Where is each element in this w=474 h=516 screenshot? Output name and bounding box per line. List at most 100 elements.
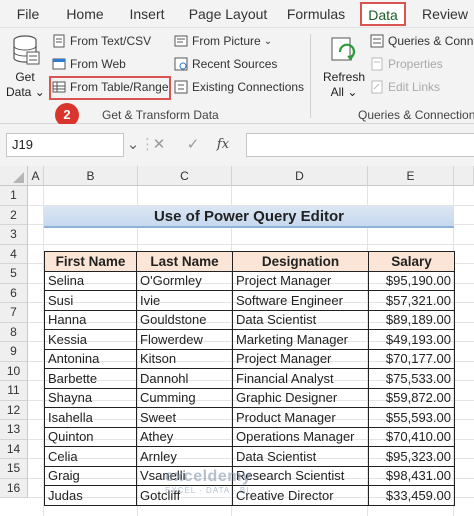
existing-connections-button[interactable]: Existing Connections: [174, 80, 304, 94]
last-name-cell[interactable]: Dannohl: [136, 368, 233, 389]
first-name-cell[interactable]: Isahella: [44, 407, 137, 428]
row-header[interactable]: 15: [0, 459, 28, 479]
table-row: Selina O'Gormley Project Manager $95,190.00: [44, 270, 455, 291]
from-picture-button[interactable]: From Picture ⌄: [174, 34, 272, 48]
first-name-cell[interactable]: Quinton: [44, 426, 137, 447]
last-name-cell[interactable]: Sweet: [136, 407, 233, 428]
designation-cell[interactable]: Marketing Manager: [232, 329, 369, 350]
header-designation[interactable]: Designation: [232, 251, 369, 272]
last-name-cell[interactable]: Cumming: [136, 387, 233, 408]
column-header-b[interactable]: B: [44, 166, 138, 186]
row-header[interactable]: 1: [0, 186, 28, 206]
first-name-cell[interactable]: Kessia: [44, 329, 137, 350]
salary-cell[interactable]: $59,872.00: [368, 387, 455, 408]
last-name-cell[interactable]: O'Gormley: [136, 270, 233, 291]
properties-label: Properties: [388, 57, 443, 71]
row-header[interactable]: 6: [0, 283, 28, 303]
refresh-all-button[interactable]: Refresh All ⌄: [320, 32, 368, 102]
properties-button[interactable]: Properties: [370, 57, 443, 71]
get-data-button[interactable]: Get Data ⌄: [6, 32, 45, 102]
name-box-dropdown-icon[interactable]: ⌄: [126, 133, 140, 157]
designation-cell[interactable]: Operations Manager: [232, 426, 369, 447]
row-header[interactable]: 4: [0, 244, 28, 264]
sheet-title[interactable]: Use of Power Query Editor: [44, 206, 454, 228]
salary-cell[interactable]: $49,193.00: [368, 329, 455, 350]
row-header[interactable]: 7: [0, 303, 28, 323]
header-first-name[interactable]: First Name: [44, 251, 137, 272]
last-name-cell[interactable]: Arnley: [136, 446, 233, 467]
designation-cell[interactable]: Creative Director: [232, 485, 369, 506]
enter-button[interactable]: ✓: [180, 133, 206, 157]
first-name-cell[interactable]: Antonina: [44, 348, 137, 369]
row-header[interactable]: 8: [0, 322, 28, 342]
salary-cell[interactable]: $89,189.00: [368, 309, 455, 330]
tab-formulas[interactable]: Formulas: [284, 0, 348, 28]
formula-input[interactable]: [246, 133, 474, 157]
first-name-cell[interactable]: Susi: [44, 290, 137, 311]
header-last-name[interactable]: Last Name: [136, 251, 233, 272]
designation-cell[interactable]: Product Manager: [232, 407, 369, 428]
name-box[interactable]: J19: [6, 133, 124, 157]
row-header[interactable]: 12: [0, 400, 28, 420]
designation-cell[interactable]: Project Manager: [232, 348, 369, 369]
row-header[interactable]: 16: [0, 478, 28, 498]
first-name-cell[interactable]: Selina: [44, 270, 137, 291]
tab-page-layout[interactable]: Page Layout: [188, 0, 268, 28]
designation-cell[interactable]: Graphic Designer: [232, 387, 369, 408]
designation-cell[interactable]: Data Scientist: [232, 309, 369, 330]
last-name-cell[interactable]: Athey: [136, 426, 233, 447]
column-header-e[interactable]: E: [368, 166, 454, 186]
designation-cell[interactable]: Data Scientist: [232, 446, 369, 467]
edit-links-button[interactable]: Edit Links: [370, 80, 440, 94]
row-header[interactable]: 11: [0, 381, 28, 401]
queries-connections-button[interactable]: Queries & Conne: [370, 34, 474, 48]
row-header[interactable]: 3: [0, 225, 28, 245]
designation-cell[interactable]: Software Engineer: [232, 290, 369, 311]
row-header[interactable]: 13: [0, 420, 28, 440]
row-header[interactable]: 10: [0, 361, 28, 381]
last-name-cell[interactable]: Flowerdew: [136, 329, 233, 350]
first-name-cell[interactable]: Shayna: [44, 387, 137, 408]
salary-cell[interactable]: $57,321.00: [368, 290, 455, 311]
last-name-cell[interactable]: Ivie: [136, 290, 233, 311]
first-name-cell[interactable]: Graig: [44, 465, 137, 486]
row-header[interactable]: 14: [0, 439, 28, 459]
salary-cell[interactable]: $95,323.00: [368, 446, 455, 467]
chevron-down-icon: ⌄: [263, 35, 273, 47]
designation-cell[interactable]: Research Scientist: [232, 465, 369, 486]
row-header[interactable]: 2: [0, 205, 28, 225]
tab-file[interactable]: File: [12, 0, 44, 28]
salary-cell[interactable]: $98,431.00: [368, 465, 455, 486]
salary-cell[interactable]: $70,410.00: [368, 426, 455, 447]
designation-cell[interactable]: Project Manager: [232, 270, 369, 291]
tab-review[interactable]: Review: [420, 0, 470, 28]
tab-data[interactable]: Data: [360, 2, 406, 26]
first-name-cell[interactable]: Judas: [44, 485, 137, 506]
first-name-cell[interactable]: Hanna: [44, 309, 137, 330]
first-name-cell[interactable]: Celia: [44, 446, 137, 467]
cancel-button[interactable]: ✕: [146, 133, 172, 157]
column-header-partial[interactable]: [454, 166, 474, 186]
row-header[interactable]: 9: [0, 342, 28, 362]
column-header-a[interactable]: A: [28, 166, 44, 186]
salary-cell[interactable]: $33,459.00: [368, 485, 455, 506]
salary-cell[interactable]: $55,593.00: [368, 407, 455, 428]
select-all-corner[interactable]: [0, 166, 28, 186]
last-name-cell[interactable]: Kitson: [136, 348, 233, 369]
column-header-c[interactable]: C: [138, 166, 232, 186]
from-web-button[interactable]: From Web: [52, 57, 126, 71]
column-header-d[interactable]: D: [232, 166, 368, 186]
first-name-cell[interactable]: Barbette: [44, 368, 137, 389]
last-name-cell[interactable]: Gouldstone: [136, 309, 233, 330]
tab-insert[interactable]: Insert: [124, 0, 170, 28]
row-header[interactable]: 5: [0, 264, 28, 284]
recent-sources-button[interactable]: Recent Sources: [174, 57, 277, 71]
salary-cell[interactable]: $70,177.00: [368, 348, 455, 369]
tab-home[interactable]: Home: [62, 0, 108, 28]
from-text-csv-button[interactable]: From Text/CSV: [52, 34, 151, 48]
salary-cell[interactable]: $75,533.00: [368, 368, 455, 389]
salary-cell[interactable]: $95,190.00: [368, 270, 455, 291]
header-salary[interactable]: Salary: [368, 251, 455, 272]
designation-cell[interactable]: Financial Analyst: [232, 368, 369, 389]
insert-function-button[interactable]: fx: [210, 133, 236, 157]
